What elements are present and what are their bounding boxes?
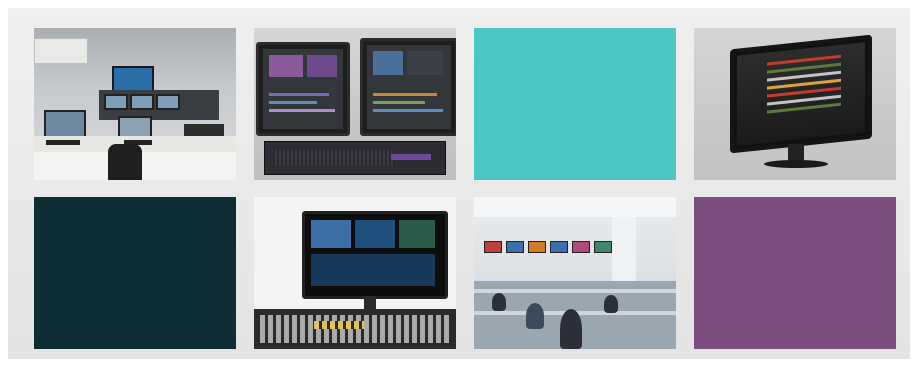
multiview-pane — [399, 220, 435, 248]
wall-screen — [594, 241, 612, 253]
timeline-track — [269, 93, 329, 96]
wall-screen — [572, 241, 590, 253]
switcher-panel — [254, 309, 456, 349]
timeline-track — [269, 101, 317, 104]
wall-screen — [484, 241, 502, 253]
control-pane — [311, 254, 435, 286]
teal-block — [474, 28, 676, 180]
desk-row — [474, 289, 676, 293]
wall-screen — [550, 241, 568, 253]
small-monitor — [156, 94, 180, 110]
person — [560, 309, 582, 349]
control-room-photo[interactable] — [34, 28, 236, 180]
timeline-track — [373, 93, 437, 96]
monitor-base — [764, 160, 828, 168]
production-switcher-photo[interactable] — [254, 197, 456, 349]
monitor-software-photo[interactable] — [694, 28, 896, 180]
person — [526, 303, 544, 329]
lcd-monitor — [730, 34, 872, 154]
timeline-track — [373, 109, 443, 112]
video-preview — [307, 55, 337, 77]
wall-screen — [528, 241, 546, 253]
ceiling — [474, 197, 676, 217]
newsroom-photo[interactable] — [474, 197, 676, 349]
desk-monitor — [44, 110, 86, 138]
keyboard — [46, 140, 80, 145]
switcher-keys — [260, 315, 450, 343]
wall-screen — [506, 241, 524, 253]
small-monitor — [130, 94, 154, 110]
right-edit-monitor — [360, 38, 456, 136]
timeline-track — [269, 109, 335, 112]
editing-workstation-photo[interactable] — [254, 28, 456, 180]
multiview-pane — [311, 220, 351, 248]
navy-block — [34, 197, 236, 349]
video-server — [264, 141, 446, 175]
workstations — [474, 281, 676, 349]
video-preview — [407, 51, 443, 75]
air-conditioner — [34, 38, 88, 64]
left-edit-monitor — [256, 42, 350, 136]
gallery-grid — [8, 8, 910, 359]
person — [492, 293, 506, 311]
video-preview — [373, 51, 403, 75]
server-grill — [275, 150, 395, 166]
person — [604, 295, 618, 313]
server-status-led — [391, 154, 431, 160]
chair — [108, 144, 142, 180]
touch-display — [302, 211, 448, 299]
highlighted-keys — [314, 321, 364, 329]
video-preview — [269, 55, 303, 77]
plum-block — [694, 197, 896, 349]
small-monitor — [104, 94, 128, 110]
multiview-pane — [355, 220, 395, 248]
timeline-track — [373, 101, 425, 104]
